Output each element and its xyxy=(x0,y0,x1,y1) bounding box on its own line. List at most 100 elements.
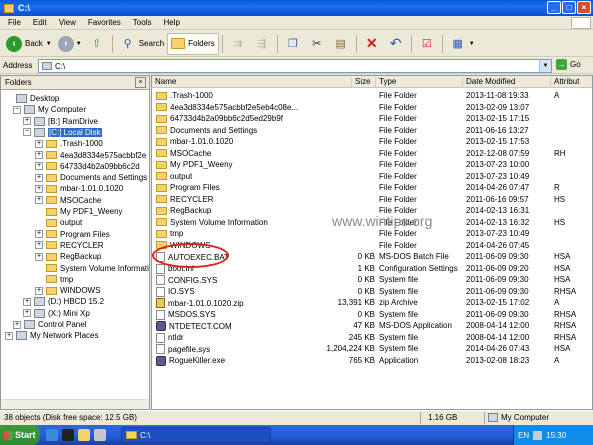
tree-node[interactable]: + Control Panel xyxy=(13,319,86,330)
expand-icon[interactable]: + xyxy=(35,151,43,159)
file-row[interactable]: ntldr 245 KB System file 2008-04-14 12:00 RH… xyxy=(152,332,592,343)
expand-icon[interactable]: + xyxy=(35,230,43,239)
menu-file[interactable]: File xyxy=(2,18,27,27)
taskbar-item-explorer[interactable]: C:\ xyxy=(121,427,271,443)
folders-button[interactable]: Folders xyxy=(167,32,219,55)
delete-button[interactable]: ✕ xyxy=(360,33,384,55)
tree-node[interactable]: Desktop xyxy=(5,93,59,104)
file-row[interactable]: pagefile.sys 1,204,224 KB System file 2014-… xyxy=(152,343,592,354)
menu-favorites[interactable]: Favorites xyxy=(82,18,127,27)
column-header-type[interactable]: Type xyxy=(376,77,463,87)
file-row[interactable]: 64733d4b2a09bb6c2d5ed29b9f File Folder 201… xyxy=(152,113,592,124)
views-button[interactable]: ▦ ▼ xyxy=(446,33,478,55)
expand-icon[interactable]: + xyxy=(13,320,21,329)
expand-icon[interactable]: + xyxy=(35,241,43,250)
file-row[interactable]: AUTOEXEC.BAT 0 KB MS-DOS Batch File 2011-06… xyxy=(152,251,592,262)
forward-button[interactable]: › ▼ xyxy=(55,33,85,55)
expand-icon[interactable]: + xyxy=(23,297,31,306)
file-row[interactable]: RogueKiller.exe 765 KB Application 2013-02-… xyxy=(152,355,592,366)
quicklaunch-app-icon[interactable] xyxy=(94,429,106,441)
collapse-icon[interactable]: − xyxy=(13,105,21,114)
language-indicator[interactable]: EN xyxy=(518,431,529,440)
start-button[interactable]: Start xyxy=(0,425,40,445)
tree-node[interactable]: + WINDOWS xyxy=(35,285,100,296)
column-header-name[interactable]: Name xyxy=(152,77,352,87)
tree-node[interactable]: + (D:) HBCD 15.2 xyxy=(23,296,104,307)
file-row[interactable]: mbar-1.01.0.1020.zip 13,391 KB zip Archive… xyxy=(152,297,592,308)
menu-tools[interactable]: Tools xyxy=(127,18,158,27)
tree-node[interactable]: My PDF1_Weeny xyxy=(35,206,123,217)
close-icon[interactable]: × xyxy=(135,77,146,88)
properties-button[interactable]: ☑ xyxy=(415,33,439,55)
expand-icon[interactable]: + xyxy=(35,162,43,171)
window-titlebar[interactable]: C:\ _ □ × xyxy=(0,0,593,16)
file-row[interactable]: 4ea3d8334e575acbbf2e5eb4c08e... File Fold… xyxy=(152,102,592,113)
copy-to-button[interactable]: ⇶ xyxy=(250,33,274,55)
file-row[interactable]: NTDETECT.COM 47 KB MS-DOS Application 2008-… xyxy=(152,320,592,331)
tree-node[interactable]: − My Computer xyxy=(13,104,86,115)
menu-help[interactable]: Help xyxy=(157,18,185,27)
expand-icon[interactable]: + xyxy=(35,139,43,148)
expand-icon[interactable]: + xyxy=(35,173,43,182)
tree-node[interactable]: + [B:] RamDrive xyxy=(23,116,98,127)
undo-button[interactable]: ↶ xyxy=(384,33,408,55)
paste-button[interactable]: ▤ xyxy=(329,33,353,55)
file-row[interactable]: Program Files File Folder 2014-04-26 07:47… xyxy=(152,182,592,193)
tree-node[interactable]: + mbar-1.01.0.1020 xyxy=(35,183,123,194)
horizontal-scrollbar[interactable] xyxy=(1,399,149,409)
file-row[interactable]: tmp File Folder 2013-07-23 10:49 xyxy=(152,228,592,239)
go-button[interactable]: → Go xyxy=(556,59,581,70)
column-header-attributes[interactable]: Attribut xyxy=(551,77,592,87)
tree-node[interactable]: output xyxy=(35,217,82,228)
file-row[interactable]: MSDOS.SYS 0 KB System file 2011-06-09 09:30… xyxy=(152,309,592,320)
tree-node[interactable]: + Program Files xyxy=(35,229,110,240)
file-row[interactable]: MSOCache File Folder 2012-12-08 07:59 RH xyxy=(152,148,592,159)
expand-icon[interactable]: + xyxy=(35,196,43,205)
tree-node[interactable]: + My Network Places xyxy=(5,330,98,341)
copy-button[interactable]: ❐ xyxy=(281,33,305,55)
maximize-button[interactable]: □ xyxy=(562,1,576,14)
tree-node[interactable]: System Volume Informati xyxy=(35,263,149,274)
quicklaunch-folder-icon[interactable] xyxy=(78,429,90,441)
minimize-button[interactable]: _ xyxy=(547,1,561,14)
up-folder-button[interactable]: ⇧ xyxy=(85,33,109,55)
tree-node[interactable]: +64733d4b2a09bb6c2d xyxy=(35,161,140,172)
tree-node[interactable]: + Documents and Settings xyxy=(35,172,147,183)
file-row[interactable]: RECYCLER File Folder 2011-06-16 09:57 HS xyxy=(152,194,592,205)
expand-icon[interactable]: + xyxy=(5,331,13,340)
address-input[interactable]: C:\ ▼ xyxy=(38,59,552,73)
cut-button[interactable]: ✂ xyxy=(305,33,329,55)
menu-view[interactable]: View xyxy=(53,18,82,27)
search-button[interactable]: ⚲ Search xyxy=(116,33,167,55)
tree-node[interactable]: tmp xyxy=(35,274,73,285)
tree-node[interactable]: + (X:) Mini Xp xyxy=(23,308,90,319)
expand-icon[interactable]: + xyxy=(23,309,31,318)
tray-icon[interactable] xyxy=(533,430,543,440)
file-row[interactable]: .Trash-1000 File Folder 2013-11-08 19:33 A xyxy=(152,90,592,101)
tree-node[interactable]: + .Trash-1000 xyxy=(35,138,103,149)
file-row[interactable]: WINDOWS File Folder 2014-04-26 07:45 xyxy=(152,240,592,251)
file-row[interactable]: CONFIG.SYS 0 KB System file 2011-06-09 09:3… xyxy=(152,274,592,285)
quicklaunch-cmd-icon[interactable] xyxy=(62,429,74,441)
tree-node[interactable]: + RECYCLER xyxy=(35,240,104,251)
file-row[interactable]: My PDF1_Weeny File Folder 2013-07-23 10:00 xyxy=(152,159,592,170)
expand-icon[interactable]: + xyxy=(35,252,43,261)
column-header-size[interactable]: Size xyxy=(352,77,376,87)
expand-icon[interactable]: + xyxy=(35,184,43,193)
tree-node[interactable]: + MSOCache xyxy=(35,195,101,206)
expand-icon[interactable]: + xyxy=(23,117,31,126)
column-header-date[interactable]: Date Modified xyxy=(463,77,551,87)
file-row[interactable]: output File Folder 2013-07-23 10:49 xyxy=(152,171,592,182)
back-button[interactable]: ‹ Back ▼ xyxy=(3,33,55,55)
move-to-button[interactable]: ⇉ xyxy=(226,33,250,55)
tree-node[interactable]: − [C:] Local Disk xyxy=(23,127,102,138)
file-row[interactable]: Documents and Settings File Folder 2011-06… xyxy=(152,125,592,136)
collapse-icon[interactable]: − xyxy=(23,128,31,137)
file-row[interactable]: mbar-1.01.0.1020 File Folder 2013-02-15 17… xyxy=(152,136,592,147)
expand-icon[interactable]: + xyxy=(35,286,43,295)
menu-edit[interactable]: Edit xyxy=(27,18,53,27)
close-button[interactable]: × xyxy=(577,1,591,14)
tree-node[interactable]: + RegBackup xyxy=(35,251,101,262)
chevron-down-icon[interactable]: ▼ xyxy=(539,60,551,72)
file-row[interactable]: boot.ini 1 KB Configuration Settings 2011-0… xyxy=(152,263,592,274)
